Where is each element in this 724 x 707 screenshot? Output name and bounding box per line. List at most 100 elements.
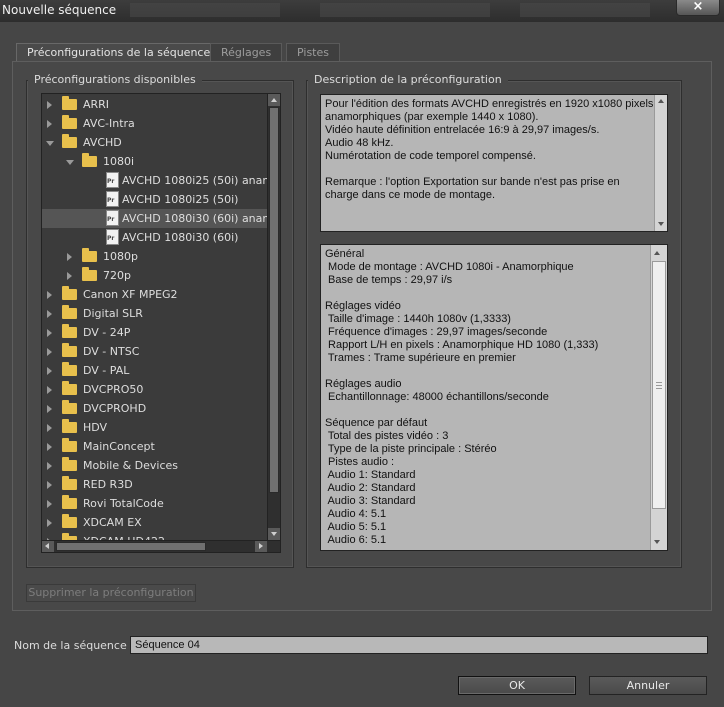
preset-folder-row[interactable]: DVCPRO50 bbox=[42, 380, 268, 399]
preset-folder-row[interactable]: DVCPROHD bbox=[42, 399, 268, 418]
tree-vertical-scrollbar[interactable] bbox=[267, 94, 280, 540]
close-icon[interactable]: × bbox=[676, 0, 720, 16]
tree-item-label: 1080i bbox=[103, 155, 135, 168]
preset-folder-row[interactable]: AVC-Intra bbox=[42, 114, 268, 133]
tree-item-label: 1080p bbox=[103, 250, 138, 263]
expand-right-icon[interactable] bbox=[47, 310, 52, 318]
preset-folder-row[interactable]: XDCAM EX bbox=[42, 513, 268, 532]
expand-right-icon[interactable] bbox=[47, 500, 52, 508]
preset-folder-row[interactable]: ARRI bbox=[42, 95, 268, 114]
text-line: Total des pistes vidéo : 3 bbox=[325, 430, 449, 442]
scrollbar-thumb[interactable] bbox=[652, 261, 666, 509]
text-line: charge dans ce mode de montage. bbox=[325, 189, 496, 201]
expand-right-icon[interactable] bbox=[47, 462, 52, 470]
tree-item-label: XDCAM EX bbox=[83, 516, 142, 529]
scroll-left-icon[interactable] bbox=[42, 541, 54, 552]
delete-preset-button[interactable]: Supprimer la préconfiguration bbox=[26, 584, 196, 602]
tree-horizontal-scrollbar[interactable] bbox=[42, 540, 280, 552]
preset-folder-row[interactable]: DV - PAL bbox=[42, 361, 268, 380]
tab-settings[interactable]: Réglages bbox=[210, 43, 283, 62]
folder-icon bbox=[62, 324, 77, 338]
folder-icon bbox=[62, 514, 77, 528]
preset-folder-row[interactable]: Mobile & Devices bbox=[42, 456, 268, 475]
description-scrollbar[interactable] bbox=[654, 95, 667, 231]
text-line: Général bbox=[325, 248, 365, 260]
scroll-down-icon[interactable] bbox=[655, 218, 667, 230]
expand-right-icon[interactable] bbox=[47, 443, 52, 451]
scroll-up-icon[interactable] bbox=[655, 95, 667, 107]
folder-icon bbox=[62, 286, 77, 300]
scroll-down-icon[interactable] bbox=[651, 536, 667, 548]
expand-right-icon[interactable] bbox=[47, 120, 52, 128]
text-line: Vidéo haute définition entrelacée 16:9 à… bbox=[325, 124, 600, 136]
text-line: Taille d'image : 1440h 1080v (1,3333) bbox=[325, 313, 511, 325]
expand-right-icon[interactable] bbox=[47, 405, 52, 413]
preset-folder-row[interactable]: 1080p bbox=[42, 247, 268, 266]
preset-file-row[interactable]: AVCHD 1080i30 (60i) anamorphique bbox=[42, 209, 268, 228]
expand-right-icon[interactable] bbox=[47, 348, 52, 356]
title-bar-decoration bbox=[130, 3, 280, 17]
preset-folder-row[interactable]: MainConcept bbox=[42, 437, 268, 456]
text-line: Fréquence d'images : 29,97 images/second… bbox=[325, 326, 548, 338]
expand-right-icon[interactable] bbox=[47, 101, 52, 109]
text-line: Audio 2: Standard bbox=[325, 482, 416, 494]
preset-folder-row[interactable]: Digital SLR bbox=[42, 304, 268, 323]
preset-folder-row[interactable]: DV - 24P bbox=[42, 323, 268, 342]
folder-icon bbox=[62, 305, 77, 319]
preset-folder-row[interactable]: 1080i bbox=[42, 152, 268, 171]
preset-folder-row[interactable]: Canon XF MPEG2 bbox=[42, 285, 268, 304]
details-scrollbar[interactable] bbox=[650, 245, 667, 550]
title-bar: Nouvelle séquence bbox=[0, 0, 724, 22]
tree-item-label: AVCHD 1080i25 (50i) bbox=[122, 193, 239, 206]
scroll-right-icon[interactable] bbox=[255, 541, 267, 552]
expand-right-icon[interactable] bbox=[47, 329, 52, 337]
expand-right-icon[interactable] bbox=[67, 272, 72, 280]
preset-file-row[interactable]: AVCHD 1080i25 (50i) bbox=[42, 190, 268, 209]
preset-file-row[interactable]: AVCHD 1080i25 (50i) anamorphique bbox=[42, 171, 268, 190]
tree-item-label: ARRI bbox=[83, 98, 110, 111]
scroll-up-icon[interactable] bbox=[651, 247, 667, 259]
tree-item-label: Rovi TotalCode bbox=[83, 497, 164, 510]
expand-right-icon[interactable] bbox=[47, 367, 52, 375]
tree-item-label: Digital SLR bbox=[83, 307, 143, 320]
tree-item-label: MainConcept bbox=[83, 440, 155, 453]
expand-right-icon[interactable] bbox=[67, 253, 72, 261]
text-line: Pour l'édition des formats AVCHD enregis… bbox=[325, 98, 654, 110]
preset-folder-row[interactable]: AVCHD bbox=[42, 133, 268, 152]
preset-folder-row[interactable]: HDV bbox=[42, 418, 268, 437]
tree-item-label: AVCHD bbox=[83, 136, 122, 149]
preset-folder-row[interactable]: RED R3D bbox=[42, 475, 268, 494]
folder-icon bbox=[62, 438, 77, 452]
expand-right-icon[interactable] bbox=[47, 291, 52, 299]
expand-down-icon[interactable] bbox=[46, 141, 54, 146]
expand-right-icon[interactable] bbox=[47, 481, 52, 489]
preset-folder-row[interactable]: Rovi TotalCode bbox=[42, 494, 268, 513]
text-line: Pistes audio : bbox=[325, 456, 395, 468]
preset-folder-row[interactable]: DV - NTSC bbox=[42, 342, 268, 361]
expand-right-icon[interactable] bbox=[47, 386, 52, 394]
sequence-name-input[interactable] bbox=[130, 636, 708, 654]
folder-icon bbox=[62, 96, 77, 110]
text-line: Audio 48 kHz. bbox=[325, 137, 394, 149]
text-line bbox=[325, 404, 663, 417]
presets-group-title: Préconfigurations disponibles bbox=[28, 73, 202, 86]
ok-button[interactable]: OK bbox=[458, 676, 576, 695]
text-line: anamorphiques (par exemple 1440 x 1080). bbox=[325, 111, 539, 123]
expand-down-icon[interactable] bbox=[66, 160, 74, 165]
tree-item-label: RED R3D bbox=[83, 478, 133, 491]
preset-file-row[interactable]: AVCHD 1080i30 (60i) bbox=[42, 228, 268, 247]
scrollbar-thumb[interactable] bbox=[56, 542, 206, 551]
scrollbar-thumb[interactable] bbox=[269, 107, 279, 493]
tab-presets[interactable]: Préconfigurations de la séquence bbox=[16, 43, 222, 63]
scroll-down-icon[interactable] bbox=[268, 528, 280, 540]
folder-icon bbox=[62, 457, 77, 471]
folder-icon bbox=[62, 343, 77, 357]
scrollbar-grip bbox=[656, 388, 662, 389]
tab-tracks[interactable]: Pistes bbox=[286, 43, 340, 62]
expand-right-icon[interactable] bbox=[47, 519, 52, 527]
cancel-button[interactable]: Annuler bbox=[589, 676, 707, 695]
expand-right-icon[interactable] bbox=[47, 424, 52, 432]
preset-folder-row[interactable]: 720p bbox=[42, 266, 268, 285]
scroll-up-icon[interactable] bbox=[268, 94, 280, 106]
presets-tree[interactable]: ARRI AVC-Intra AVCHD 1080i AVCHD 1080i25 (50… bbox=[41, 93, 281, 553]
